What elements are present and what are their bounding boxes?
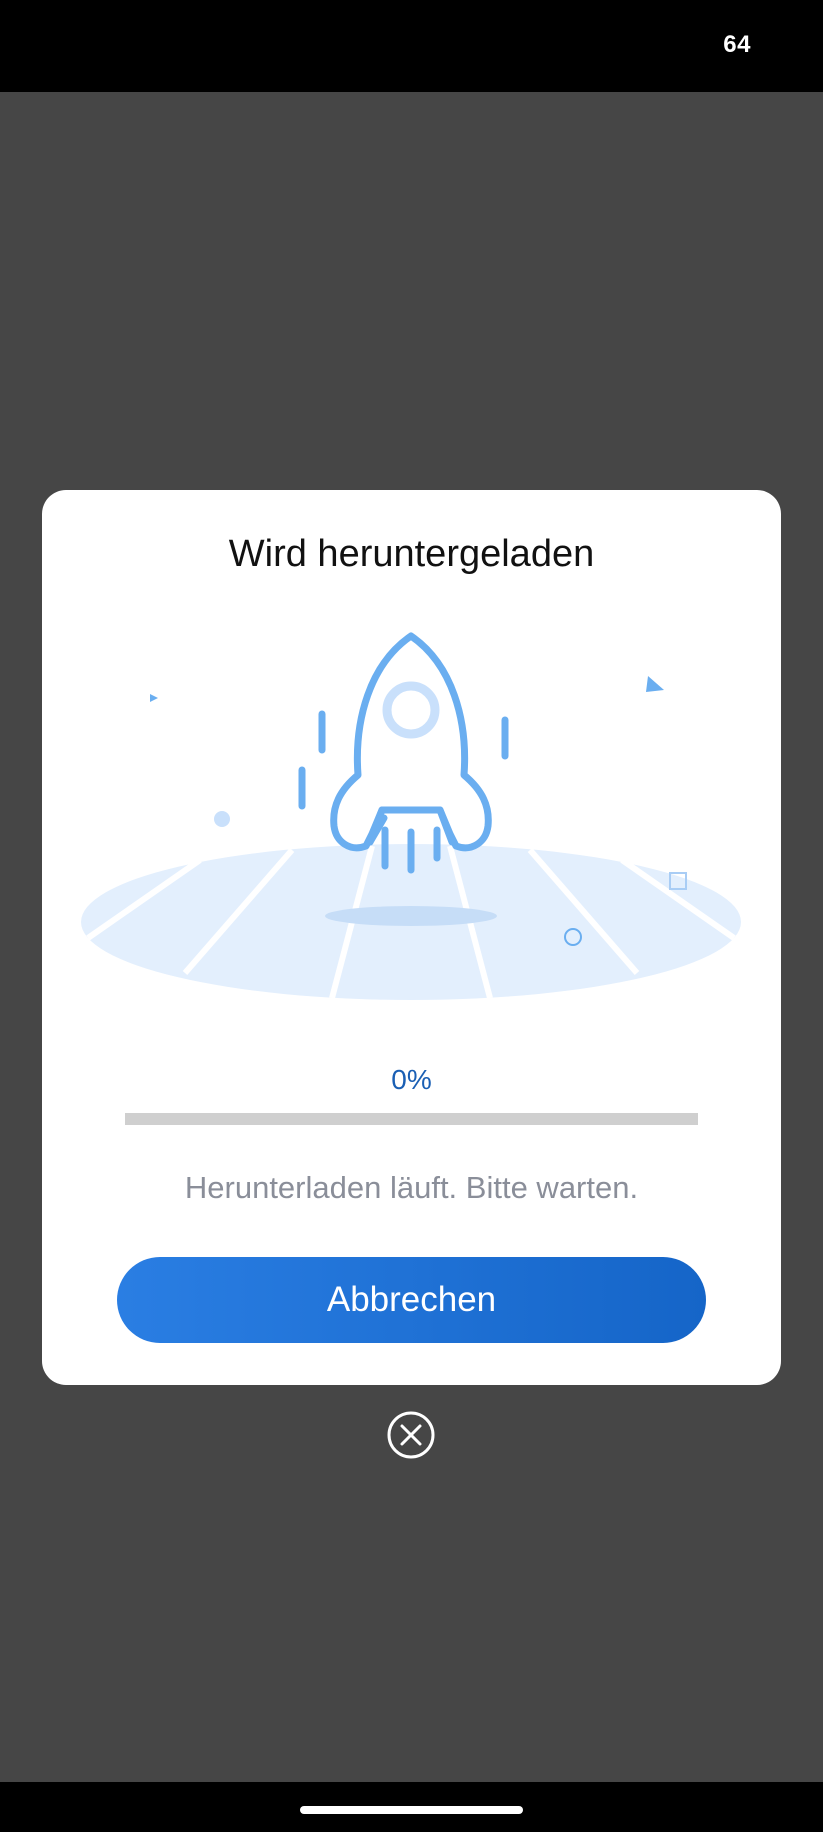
cancel-button[interactable]: Abbrechen (117, 1257, 706, 1343)
progress-bar (125, 1113, 698, 1125)
rocket-launch-illustration (81, 632, 741, 1000)
dialog-title: Wird heruntergeladen (228, 533, 595, 575)
status-bar: 64 (0, 0, 823, 92)
screen: 64 Wird heruntergeladen 0% Herunterladen… (0, 0, 823, 1832)
progress-percent: 0% (391, 1064, 432, 1095)
close-circle-icon[interactable] (387, 1411, 435, 1459)
status-message: Herunterladen läuft. Bitte warten. (184, 1170, 639, 1205)
home-indicator[interactable] (300, 1806, 523, 1814)
battery-level: 64 (723, 31, 751, 58)
